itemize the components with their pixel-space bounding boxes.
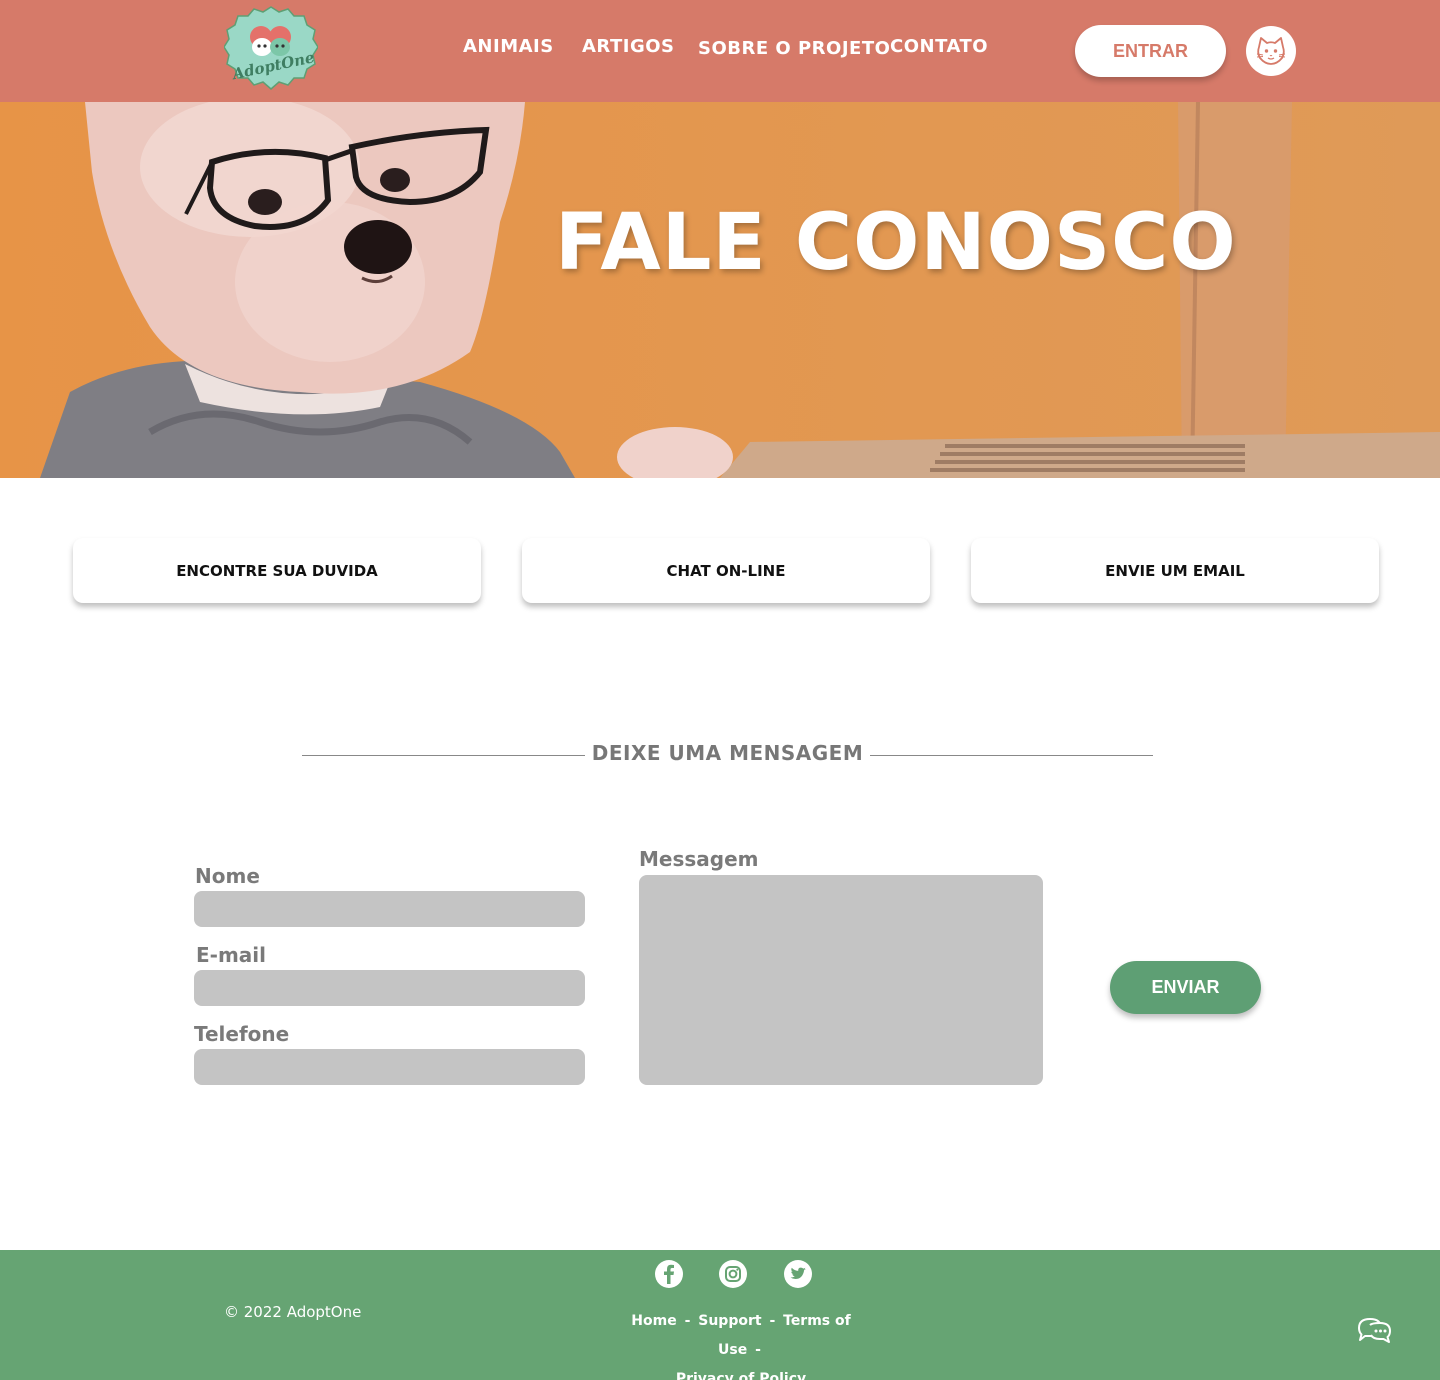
- chat-widget-button[interactable]: [1356, 1313, 1394, 1347]
- card-envie-um-email[interactable]: ENVIE UM EMAIL: [971, 538, 1379, 603]
- message-textarea[interactable]: [639, 875, 1043, 1085]
- login-button[interactable]: ENTRAR: [1075, 25, 1226, 77]
- facebook-icon: [664, 1264, 674, 1284]
- submit-button[interactable]: ENVIAR: [1110, 961, 1261, 1014]
- cat-face-icon: [1256, 37, 1286, 65]
- email-label: E-mail: [196, 943, 267, 967]
- hero-banner: FALE CONOSCO: [0, 102, 1440, 478]
- card-encontre-sua-duvida[interactable]: ENCONTRE SUA DUVIDA: [73, 538, 481, 603]
- section-title: DEIXE UMA MENSAGEM: [591, 741, 864, 765]
- nav-sobre-o-projeto[interactable]: SOBRE O PROJETO: [698, 38, 890, 59]
- card-label: ENVIE UM EMAIL: [1105, 561, 1245, 580]
- twitter-link[interactable]: [784, 1260, 812, 1288]
- footer-link-privacy[interactable]: Privacy of Policy: [676, 1371, 806, 1380]
- twitter-icon: [790, 1267, 806, 1279]
- name-input[interactable]: [194, 891, 585, 927]
- nav-animais[interactable]: ANIMAIS: [463, 36, 554, 57]
- message-label: Messagem: [639, 847, 759, 871]
- top-navbar: AdoptOne ANIMAIS ARTIGOS SOBRE O PROJETO…: [0, 0, 1440, 102]
- hero-dog-photo: [0, 102, 1440, 478]
- link-separator: -: [755, 1342, 761, 1358]
- hero-title: FALE CONOSCO: [555, 198, 1237, 288]
- divider-right: [870, 755, 1153, 756]
- card-chat-online[interactable]: CHAT ON-LINE: [522, 538, 930, 603]
- footer-link-home[interactable]: Home: [631, 1313, 676, 1329]
- link-separator: -: [769, 1313, 776, 1329]
- chat-bubbles-icon: [1358, 1318, 1391, 1343]
- email-input[interactable]: [194, 970, 585, 1006]
- facebook-link[interactable]: [655, 1260, 683, 1288]
- phone-label: Telefone: [194, 1022, 290, 1046]
- card-label: ENCONTRE SUA DUVIDA: [176, 561, 378, 580]
- footer-link-support[interactable]: Support: [698, 1313, 761, 1329]
- profile-button[interactable]: [1246, 26, 1296, 76]
- footer-links: Home - Support - Terms of Use - Privacy …: [616, 1307, 866, 1380]
- name-label: Nome: [195, 864, 260, 888]
- instagram-icon: [725, 1266, 741, 1282]
- footer: © 2022 AdoptOne Home - Support - Terms o…: [0, 1250, 1440, 1380]
- nav-artigos[interactable]: ARTIGOS: [582, 36, 675, 57]
- nav-contato[interactable]: CONTATO: [890, 36, 988, 57]
- link-separator: -: [684, 1313, 691, 1329]
- divider-left: [302, 755, 585, 756]
- card-label: CHAT ON-LINE: [666, 561, 786, 580]
- adoptone-logo[interactable]: AdoptOne: [223, 5, 319, 93]
- copyright-text: © 2022 AdoptOne: [224, 1303, 362, 1321]
- instagram-link[interactable]: [719, 1260, 747, 1288]
- phone-input[interactable]: [194, 1049, 585, 1085]
